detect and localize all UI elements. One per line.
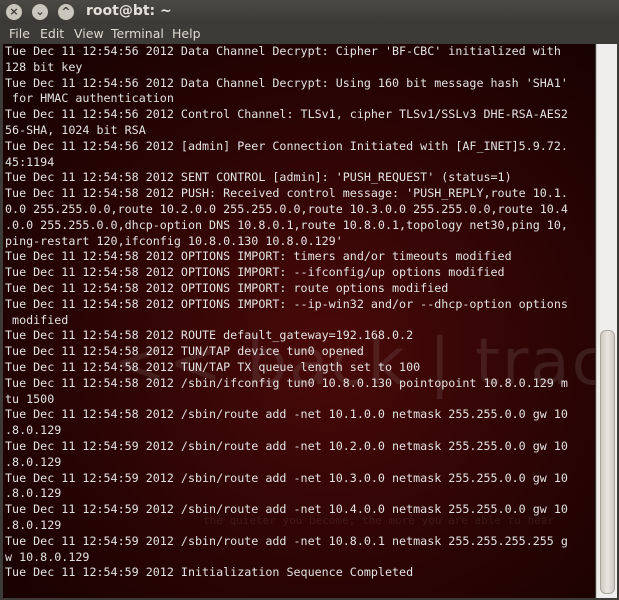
terminal-line: Tue Dec 11 12:54:56 2012 [admin] Peer Co…	[5, 138, 568, 153]
close-icon[interactable]: ×	[6, 4, 22, 20]
terminal-line: Tue Dec 11 12:54:58 2012 TUN/TAP device …	[5, 344, 364, 359]
window-title: root@bt: ~	[86, 3, 172, 19]
menu-file[interactable]: File	[9, 26, 30, 41]
maximize-icon[interactable]: ^	[58, 4, 74, 20]
terminal-line: for HMAC authentication	[5, 91, 174, 106]
menu-view[interactable]: View	[74, 26, 104, 41]
terminal-line: modified	[5, 312, 69, 327]
minimize-icon[interactable]: ⌄	[32, 4, 48, 20]
menu-edit[interactable]: Edit	[40, 26, 64, 41]
terminal-line: Tue Dec 11 12:54:58 2012 TUN/TAP TX queu…	[5, 359, 421, 374]
terminal-line: .8.0.129	[5, 423, 62, 438]
terminal-output[interactable]: << back | track the quieter you become, …	[3, 44, 595, 598]
terminal-lines: Tue Dec 11 12:54:56 2012 Data Channel De…	[5, 44, 568, 581]
vertical-scrollbar[interactable]	[596, 44, 617, 598]
terminal-line: Tue Dec 11 12:54:58 2012 OPTIONS IMPORT:…	[5, 265, 505, 280]
terminal-line: Tue Dec 11 12:54:59 2012 /sbin/route add…	[5, 502, 568, 517]
terminal-line: Tue Dec 11 12:54:56 2012 Data Channel De…	[5, 44, 561, 58]
terminal-line: Tue Dec 11 12:54:59 2012 /sbin/route add…	[5, 533, 568, 548]
terminal-line: Tue Dec 11 12:54:58 2012 OPTIONS IMPORT:…	[5, 280, 449, 295]
terminal-line: ping-restart 120,ifconfig 10.8.0.130 10.…	[5, 233, 343, 248]
terminal-line: Tue Dec 11 12:54:59 2012 /sbin/route add…	[5, 438, 568, 453]
terminal-line: .0.0 255.255.0.0,dhcp-option DNS 10.8.0.…	[5, 217, 568, 232]
terminal-line: Tue Dec 11 12:54:58 2012 /sbin/ifconfig …	[5, 375, 568, 390]
menu-help[interactable]: Help	[172, 26, 201, 41]
scrollbar-thumb[interactable]	[600, 330, 615, 594]
terminal-line: Tue Dec 11 12:54:58 2012 ROUTE default_g…	[5, 328, 414, 343]
terminal-line: .8.0.129	[5, 454, 62, 469]
terminal-window: × ⌄ ^ root@bt: ~ File Edit View Terminal…	[0, 0, 619, 600]
menu-terminal[interactable]: Terminal	[111, 26, 164, 41]
terminal-line: Tue Dec 11 12:54:56 2012 Control Channel…	[5, 107, 568, 122]
terminal-line: 128 bit key	[5, 59, 83, 74]
terminal-line: 0.0 255.255.0.0,route 10.2.0.0 255.255.0…	[5, 201, 568, 216]
menu-bar: File Edit View Terminal Help	[0, 24, 619, 44]
terminal-line: w 10.8.0.129	[5, 549, 90, 564]
terminal-line: .8.0.129	[5, 486, 62, 501]
terminal-line: Tue Dec 11 12:54:58 2012 OPTIONS IMPORT:…	[5, 249, 512, 264]
terminal-line: .8.0.129	[5, 517, 62, 532]
terminal-line: Tue Dec 11 12:54:58 2012 PUSH: Received …	[5, 186, 568, 201]
terminal-line: tu 1500	[5, 391, 55, 406]
terminal-line: Tue Dec 11 12:54:58 2012 /sbin/route add…	[5, 407, 568, 422]
terminal-line: 45:1194	[5, 154, 55, 169]
terminal-line: 56-SHA, 1024 bit RSA	[5, 122, 146, 137]
terminal-line: Tue Dec 11 12:54:56 2012 Data Channel De…	[5, 75, 568, 90]
terminal-line: Tue Dec 11 12:54:59 2012 /sbin/route add…	[5, 470, 568, 485]
title-bar[interactable]: × ⌄ ^ root@bt: ~	[0, 0, 619, 24]
terminal-line: Tue Dec 11 12:54:58 2012 OPTIONS IMPORT:…	[5, 296, 568, 311]
terminal-line: Tue Dec 11 12:54:59 2012 Initialization …	[5, 565, 414, 580]
terminal-line: Tue Dec 11 12:54:58 2012 SENT CONTROL [a…	[5, 170, 512, 185]
